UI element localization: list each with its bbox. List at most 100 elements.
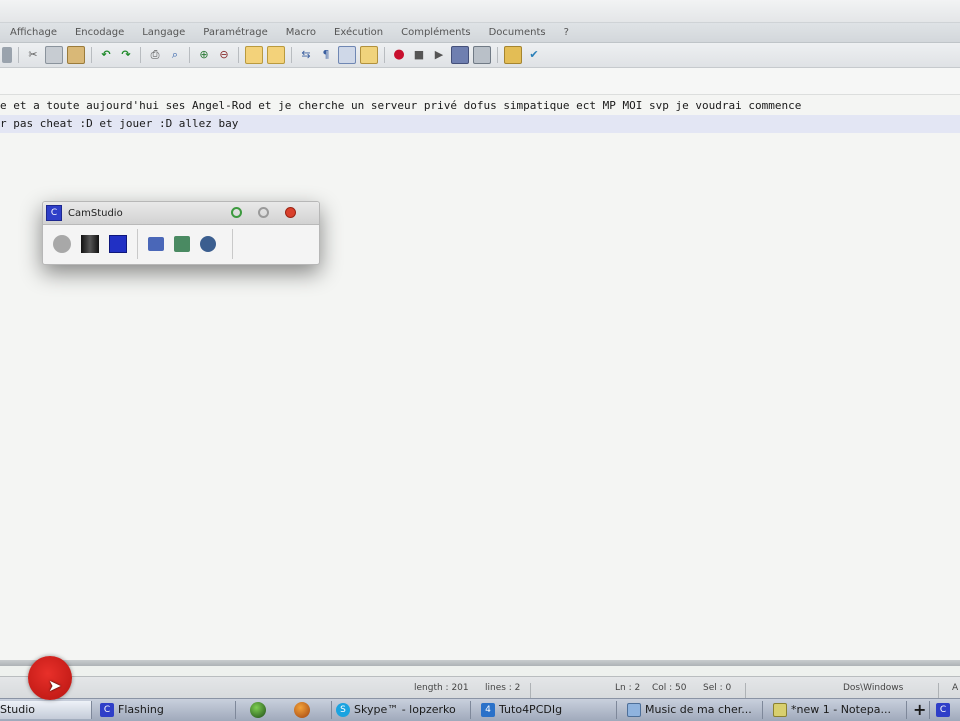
camstudio-separator bbox=[232, 229, 233, 259]
status-col: Col : 50 bbox=[652, 683, 687, 693]
camstudio-title-bar[interactable]: C CamStudio bbox=[43, 202, 319, 225]
mouse-cursor-icon: ➤ bbox=[48, 676, 62, 695]
copy-icon[interactable] bbox=[45, 46, 63, 64]
menu-encodage[interactable]: Encodage bbox=[65, 27, 132, 38]
maximize-icon[interactable] bbox=[258, 207, 269, 218]
notepad-icon bbox=[773, 703, 787, 717]
redo-icon[interactable]: ↷ bbox=[118, 47, 134, 63]
doc-map-icon[interactable] bbox=[360, 46, 378, 64]
paste-icon[interactable] bbox=[2, 47, 12, 63]
taskbar-item-notepad[interactable]: *new 1 - Notepa... bbox=[769, 701, 907, 719]
pilcrow-icon[interactable]: ¶ bbox=[318, 47, 334, 63]
plus-icon: + bbox=[913, 700, 927, 719]
taskbar-item-skype[interactable]: S Skype™ - lopzerko bbox=[331, 701, 471, 719]
menu-complements[interactable]: Compléments bbox=[391, 27, 478, 38]
camstudio-separator bbox=[137, 229, 138, 259]
taskbar-label: Studio bbox=[0, 703, 36, 716]
toolbar-separator bbox=[189, 47, 190, 63]
status-bar: length : 201 lines : 2 Ln : 2 Col : 50 S… bbox=[0, 676, 960, 699]
camstudio-toolbar bbox=[43, 225, 319, 263]
camstudio-title: CamStudio bbox=[68, 207, 123, 219]
menu-execution[interactable]: Exécution bbox=[324, 27, 391, 38]
editor-line-2[interactable]: r pas cheat :D et jouer :D allez bay bbox=[0, 115, 960, 133]
toolbar-separator bbox=[497, 47, 498, 63]
minimize-icon[interactable] bbox=[231, 207, 242, 218]
stop-icon[interactable]: ■ bbox=[411, 47, 427, 63]
folder-icon[interactable] bbox=[504, 46, 522, 64]
status-extra: A bbox=[952, 683, 959, 693]
status-sel: Sel : 0 bbox=[703, 683, 732, 693]
status-separator bbox=[938, 683, 939, 699]
indent-guide-icon[interactable] bbox=[338, 46, 356, 64]
record-button[interactable] bbox=[53, 235, 71, 253]
tab-strip bbox=[0, 68, 960, 95]
spellcheck-icon[interactable]: ✔ bbox=[526, 47, 542, 63]
taskbar-add-button[interactable]: + bbox=[908, 701, 930, 719]
globe-icon[interactable] bbox=[250, 702, 266, 718]
sync-h-icon[interactable] bbox=[267, 46, 285, 64]
cut-icon[interactable]: ✂ bbox=[25, 47, 41, 63]
taskbar-item-music-folder[interactable]: Music de ma cher... bbox=[623, 701, 763, 719]
panel-divider[interactable] bbox=[0, 660, 960, 666]
status-separator bbox=[745, 683, 746, 699]
folder-icon bbox=[627, 703, 641, 717]
zoom-in-icon[interactable]: ⊕ bbox=[196, 47, 212, 63]
taskbar-label: Skype™ - lopzerko bbox=[354, 703, 456, 716]
text-editor[interactable]: e et a toute aujourd'hui ses Angel-Rod e… bbox=[0, 95, 960, 660]
menu-documents[interactable]: Documents bbox=[479, 27, 554, 38]
camstudio-logo-icon: C bbox=[46, 205, 62, 221]
editor-line-1[interactable]: e et a toute aujourd'hui ses Angel-Rod e… bbox=[0, 97, 960, 115]
menu-parametrage[interactable]: Paramétrage bbox=[193, 27, 276, 38]
status-separator bbox=[530, 683, 531, 699]
sync-v-icon[interactable] bbox=[245, 46, 263, 64]
menu-macro[interactable]: Macro bbox=[276, 27, 324, 38]
close-icon[interactable] bbox=[285, 207, 296, 218]
taskbar-label: Tuto4PCDIg bbox=[499, 703, 563, 716]
camstudio-icon: C bbox=[936, 703, 950, 717]
toolbar: ✂ ↶ ↷ ⎙ ⌕ ⊕ ⊖ ⇆ ¶ ● ■ ▶ ✔ bbox=[0, 43, 960, 68]
toolbar-separator bbox=[18, 47, 19, 63]
taskbar-label: Flashing bbox=[118, 703, 164, 716]
camstudio-icon: C bbox=[100, 703, 114, 717]
taskbar-label: *new 1 - Notepa... bbox=[791, 703, 891, 716]
pause-button[interactable] bbox=[81, 235, 99, 253]
taskbar: Studio C Flashing S Skype™ - lopzerko 4 … bbox=[0, 698, 960, 721]
wrap-icon[interactable]: ⇆ bbox=[298, 47, 314, 63]
save-macro-icon[interactable] bbox=[473, 46, 491, 64]
taskbar-item-tuto4pc[interactable]: 4 Tuto4PCDIg bbox=[477, 701, 617, 719]
video-annotation-button[interactable] bbox=[174, 236, 190, 252]
toolbar-separator bbox=[384, 47, 385, 63]
toolbar-separator bbox=[238, 47, 239, 63]
clipboard-icon[interactable] bbox=[67, 46, 85, 64]
menu-bar: Affichage Encodage Langage Paramétrage M… bbox=[0, 23, 960, 43]
zoom-out-icon[interactable]: ⊖ bbox=[216, 47, 232, 63]
taskbar-item-camstudio-mini[interactable]: C bbox=[932, 701, 960, 719]
play-icon[interactable]: ▶ bbox=[431, 47, 447, 63]
tuto4pc-icon: 4 bbox=[481, 703, 495, 717]
print-icon[interactable]: ⎙ bbox=[147, 47, 163, 63]
status-ln: Ln : 2 bbox=[615, 683, 641, 693]
record-icon[interactable]: ● bbox=[391, 47, 407, 63]
stop-button[interactable] bbox=[109, 235, 127, 253]
skype-icon: S bbox=[336, 703, 350, 717]
play-multi-icon[interactable] bbox=[451, 46, 469, 64]
menu-langage[interactable]: Langage bbox=[132, 27, 193, 38]
window-title-bar bbox=[0, 0, 960, 23]
find-icon[interactable]: ⌕ bbox=[167, 47, 183, 63]
taskbar-item-flashing[interactable]: C Flashing bbox=[96, 701, 236, 719]
toolbar-separator bbox=[91, 47, 92, 63]
menu-help[interactable]: ? bbox=[554, 27, 577, 38]
screen-annotation-button[interactable] bbox=[148, 237, 164, 251]
taskbar-label: Music de ma cher... bbox=[645, 703, 752, 716]
status-lines: lines : 2 bbox=[485, 683, 521, 693]
toolbar-separator bbox=[291, 47, 292, 63]
menu-affichage[interactable]: Affichage bbox=[0, 27, 65, 38]
webcam-button[interactable] bbox=[200, 236, 216, 252]
taskbar-item-camstudio[interactable]: Studio bbox=[0, 701, 92, 719]
status-length: length : 201 bbox=[414, 683, 469, 693]
camstudio-window[interactable]: C CamStudio bbox=[42, 201, 320, 265]
firefox-icon[interactable] bbox=[294, 702, 310, 718]
undo-icon[interactable]: ↶ bbox=[98, 47, 114, 63]
status-eol: Dos\Windows bbox=[843, 683, 904, 693]
toolbar-separator bbox=[140, 47, 141, 63]
